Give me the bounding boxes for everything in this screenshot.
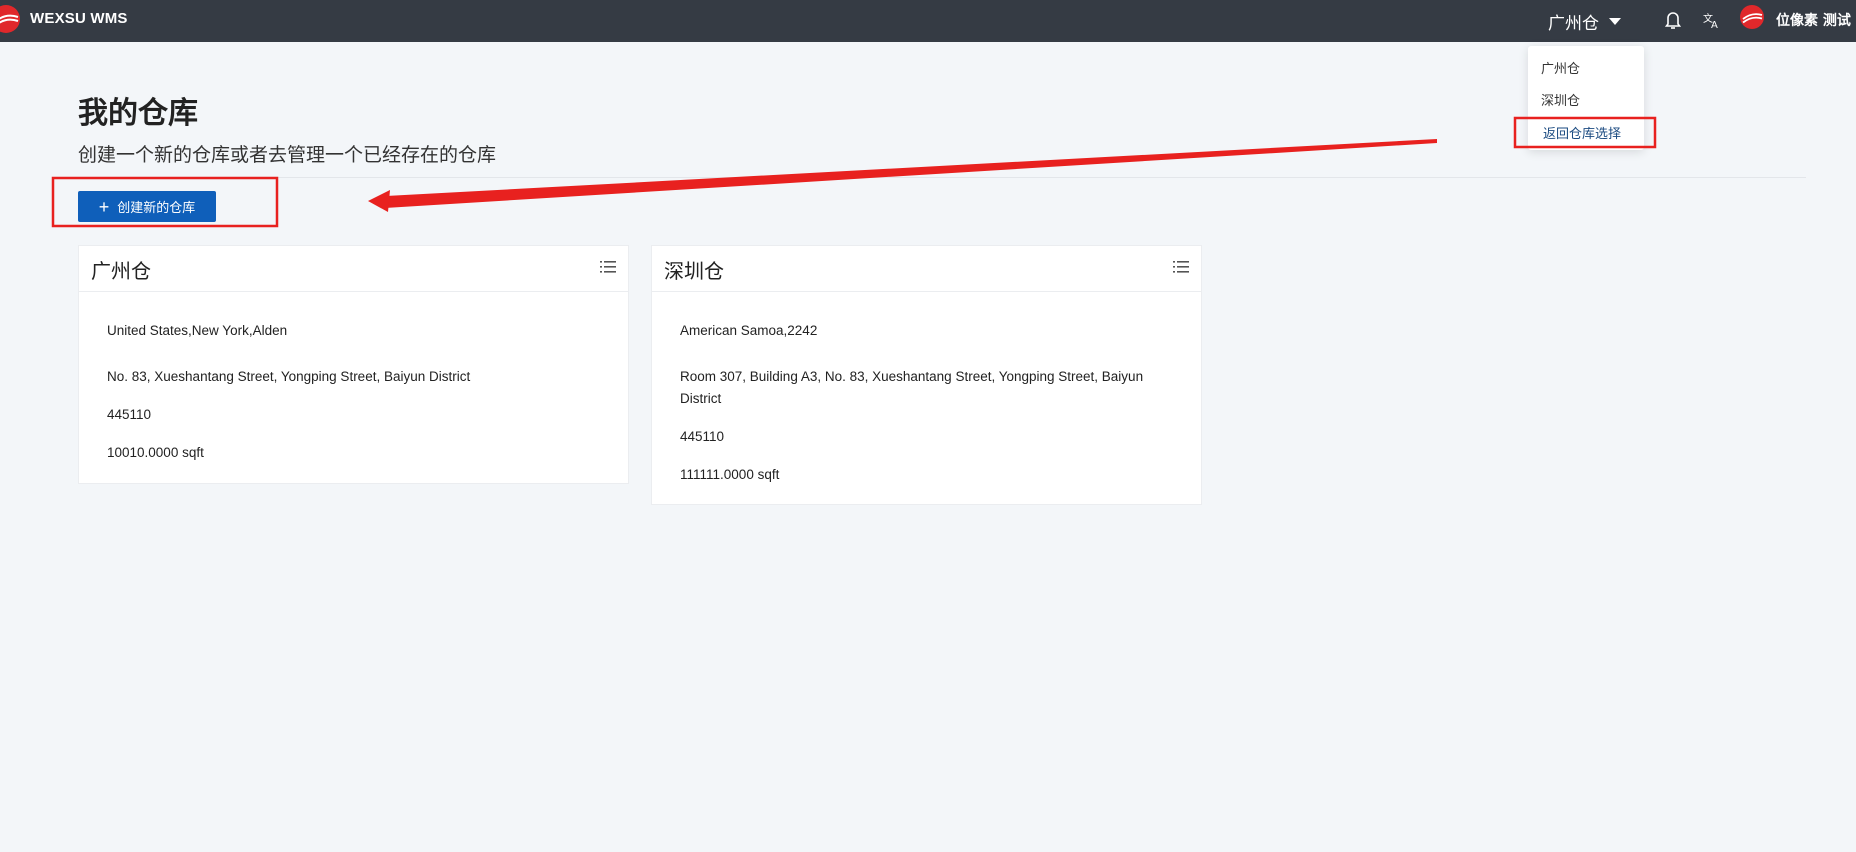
username[interactable]: 位像素 测试 [1776, 10, 1851, 30]
card-header: 深圳仓 [652, 246, 1201, 292]
caret-down-icon [1609, 17, 1621, 25]
plus-icon: + [98, 196, 110, 217]
divider [78, 177, 1806, 178]
app-title: WEXSU WMS [30, 10, 128, 27]
warehouse-location: American Samoa,2242 [680, 323, 818, 338]
warehouse-area: 111111.0000 sqft [680, 467, 780, 482]
warehouse-zip: 445110 [107, 407, 152, 422]
list-icon[interactable] [1173, 260, 1189, 274]
warehouse-switcher[interactable]: 广州仓 [1548, 7, 1621, 35]
warehouse-card-guangzhou[interactable]: 广州仓 United States,New York,Alden No. 83,… [78, 245, 629, 484]
page-subtitle: 创建一个新的仓库或者去管理一个已经存在的仓库 [78, 144, 497, 166]
translate-icon[interactable]: 文 A [1702, 9, 1722, 31]
top-bar: WEXSU WMS 广州仓 文 A 位像素 测试 [0, 0, 1856, 42]
warehouse-address-line2: District [680, 391, 722, 406]
warehouse-card-shenzhen[interactable]: 深圳仓 American Samoa,2242 Room 307, Buildi… [651, 245, 1202, 505]
svg-text:A: A [1711, 20, 1718, 31]
annotation-arrow-head [368, 190, 390, 212]
current-warehouse-label: 广州仓 [1548, 13, 1599, 34]
card-title: 广州仓 [91, 259, 151, 283]
warehouse-address: No. 83, Xueshantang Street, Yongping Str… [107, 369, 471, 384]
logo-icon [0, 5, 20, 33]
warehouse-address-line1: Room 307, Building A3, No. 83, Xueshanta… [680, 369, 1144, 384]
create-warehouse-label: 创建新的仓库 [117, 200, 196, 215]
warehouse-zip: 445110 [680, 429, 725, 444]
warehouse-location: United States,New York,Alden [107, 323, 288, 338]
page-title: 我的仓库 [78, 96, 198, 131]
warehouse-dropdown: 广州仓 深圳仓 返回仓库选择 [1528, 46, 1644, 150]
avatar-icon[interactable] [1740, 5, 1764, 29]
dropdown-item-back-to-selection[interactable]: 返回仓库选择 [1543, 123, 1621, 142]
warehouse-area: 10010.0000 sqft [107, 445, 204, 460]
annotation-arrow-shaft [385, 139, 1437, 208]
card-header: 广州仓 [79, 246, 628, 292]
bell-icon[interactable] [1664, 9, 1682, 31]
create-warehouse-button[interactable]: + 创建新的仓库 [78, 191, 216, 222]
list-icon[interactable] [600, 260, 616, 274]
dropdown-item-shenzhen[interactable]: 深圳仓 [1541, 90, 1580, 109]
dropdown-item-guangzhou[interactable]: 广州仓 [1541, 58, 1580, 77]
card-title: 深圳仓 [664, 259, 724, 283]
